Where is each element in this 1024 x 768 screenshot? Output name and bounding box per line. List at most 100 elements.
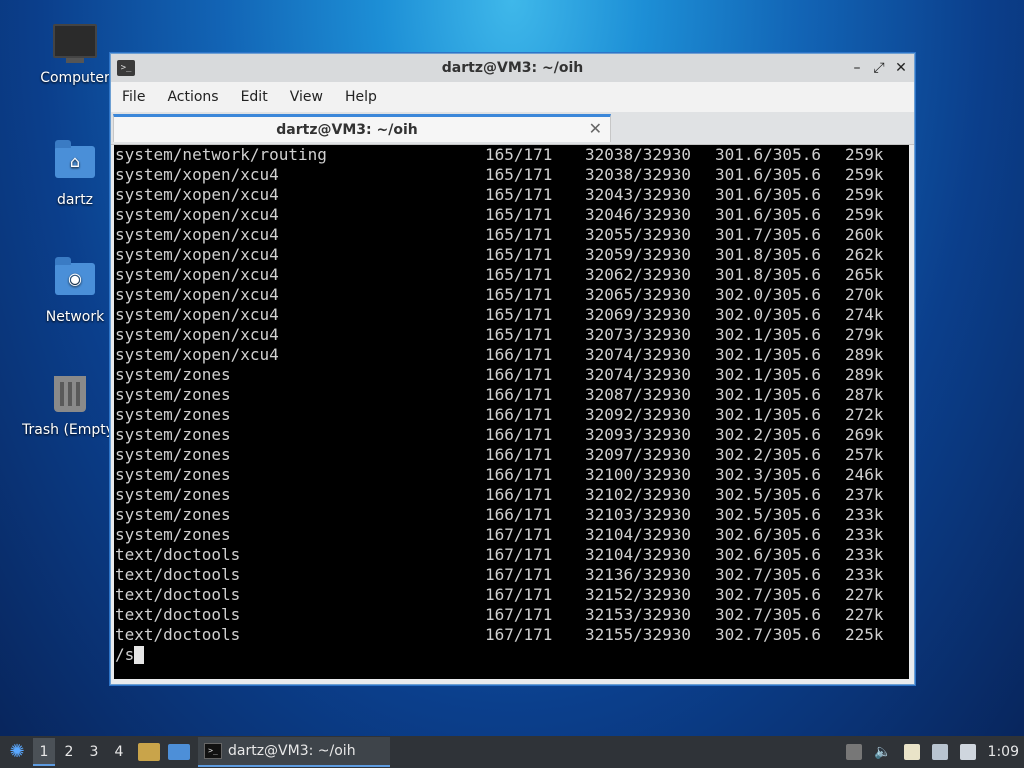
terminal-output[interactable]: system/network/routing 165/171 32038/32930… [114, 145, 909, 679]
terminal-line: system/xopen/xcu4 165/171 32046/32930 301.6… [114, 205, 909, 225]
eject-icon[interactable] [846, 744, 863, 760]
file-manager-icon[interactable] [138, 743, 160, 761]
menu-view[interactable]: View [279, 89, 334, 105]
workspace-4[interactable]: 4 [108, 738, 130, 766]
row-file-count: 32055/32930 [585, 225, 691, 244]
row-size: 302.6/305.6 [715, 545, 821, 564]
row-path: system/network/routing [115, 145, 327, 164]
network-folder-icon: ◉ [53, 257, 97, 303]
row-path: text/doctools [115, 545, 241, 564]
row-package-count: 166/171 [485, 365, 553, 384]
system-tray: 🔈 1:09 [840, 736, 1024, 768]
row-size: 302.1/305.6 [715, 405, 821, 424]
row-speed: 272k [845, 405, 884, 424]
terminal-line: text/doctools 167/171 32136/32930 302.7/305… [114, 565, 909, 585]
terminal-line: system/zones 166/171 32074/32930 302.1/305.… [114, 365, 909, 385]
row-size: 302.7/305.6 [715, 565, 821, 584]
row-package-count: 166/171 [485, 485, 553, 504]
window-titlebar[interactable]: >_ dartz@VM3: ~/oih – ⤢ ✕ [111, 54, 914, 82]
row-package-count: 167/171 [485, 625, 553, 644]
row-file-count: 32059/32930 [585, 245, 691, 264]
row-package-count: 166/171 [485, 445, 553, 464]
row-speed: 225k [845, 625, 884, 644]
menu-file[interactable]: File [111, 89, 156, 105]
row-speed: 289k [845, 345, 884, 364]
row-file-count: 32103/32930 [585, 505, 691, 524]
workspace-1[interactable]: 1 [33, 738, 55, 766]
row-package-count: 167/171 [485, 605, 553, 624]
row-path: system/xopen/xcu4 [115, 205, 279, 224]
row-file-count: 32155/32930 [585, 625, 691, 644]
row-speed: 257k [845, 445, 884, 464]
row-size: 301.6/305.6 [715, 205, 821, 224]
row-speed: 259k [845, 185, 884, 204]
row-path: system/zones [115, 525, 231, 544]
row-path: text/doctools [115, 605, 241, 624]
menu-edit[interactable]: Edit [230, 89, 279, 105]
row-file-count: 32073/32930 [585, 325, 691, 344]
row-file-count: 32100/32930 [585, 465, 691, 484]
terminal-line: system/network/routing 165/171 32038/32930… [114, 145, 909, 165]
terminal-line: system/zones 167/171 32104/32930 302.6/305.… [114, 525, 909, 545]
desktop-icon-label: Trash (Empty) [22, 422, 118, 438]
desktop-icon-label: dartz [56, 192, 94, 208]
desktop-icon-network[interactable]: ◉ Network [30, 257, 120, 325]
terminal-line: system/xopen/xcu4 165/171 32059/32930 301.8… [114, 245, 909, 265]
terminal-line: system/xopen/xcu4 165/171 32069/32930 302.0… [114, 305, 909, 325]
workspace-3[interactable]: 3 [83, 738, 105, 766]
terminal-line: text/doctools 167/171 32152/32930 302.7/305… [114, 585, 909, 605]
terminal-line: system/xopen/xcu4 165/171 32073/32930 302.1… [114, 325, 909, 345]
row-size: 302.1/305.6 [715, 345, 821, 364]
network-status-icon[interactable] [931, 744, 948, 760]
tab-terminal[interactable]: dartz@VM3: ~/oih ✕ [113, 114, 611, 142]
row-package-count: 165/171 [485, 265, 553, 284]
row-path: system/xopen/xcu4 [115, 245, 279, 264]
close-button[interactable]: ✕ [894, 59, 908, 77]
row-file-count: 32092/32930 [585, 405, 691, 424]
terminal-line: system/xopen/xcu4 165/171 32065/32930 302.0… [114, 285, 909, 305]
terminal-prompt-line[interactable]: /s [114, 645, 909, 665]
row-size: 301.6/305.6 [715, 145, 821, 164]
clock[interactable]: 1:09 [988, 744, 1019, 760]
taskbar: ✺ 1 2 3 4 >_ dartz@VM3: ~/oih 🔈 1:09 [0, 736, 1024, 768]
row-file-count: 32046/32930 [585, 205, 691, 224]
row-file-count: 32043/32930 [585, 185, 691, 204]
row-file-count: 32102/32930 [585, 485, 691, 504]
taskbar-task-terminal[interactable]: >_ dartz@VM3: ~/oih [198, 737, 390, 767]
row-speed: 246k [845, 465, 884, 484]
volume-icon[interactable]: 🔈 [874, 744, 891, 760]
row-file-count: 32074/32930 [585, 365, 691, 384]
row-path: system/xopen/xcu4 [115, 225, 279, 244]
desktop-icon-computer[interactable]: Computer [30, 24, 120, 86]
text-cursor [134, 646, 145, 664]
row-speed: 233k [845, 545, 884, 564]
row-size: 302.7/305.6 [715, 605, 821, 624]
row-package-count: 165/171 [485, 205, 553, 224]
row-file-count: 32104/32930 [585, 525, 691, 544]
minimize-button[interactable]: – [850, 59, 864, 77]
desktop-icon-home[interactable]: ⌂ dartz [30, 140, 120, 208]
start-menu-icon[interactable]: ✺ [4, 739, 30, 765]
row-package-count: 167/171 [485, 565, 553, 584]
row-path: system/zones [115, 465, 231, 484]
row-package-count: 167/171 [485, 545, 553, 564]
browser-icon[interactable] [168, 744, 190, 760]
menu-help[interactable]: Help [334, 89, 388, 105]
desktop-icon-trash[interactable]: Trash (Empty) [22, 376, 118, 438]
menu-actions[interactable]: Actions [156, 89, 229, 105]
workspace-2[interactable]: 2 [58, 738, 80, 766]
row-speed: 274k [845, 305, 884, 324]
update-notifier-icon[interactable] [959, 744, 976, 760]
row-path: system/zones [115, 425, 231, 444]
row-speed: 289k [845, 365, 884, 384]
row-speed: 233k [845, 565, 884, 584]
row-speed: 265k [845, 265, 884, 284]
row-path: system/zones [115, 365, 231, 384]
clipboard-icon[interactable] [903, 744, 920, 760]
row-path: text/doctools [115, 585, 241, 604]
row-speed: 269k [845, 425, 884, 444]
tab-close-icon[interactable]: ✕ [589, 119, 602, 138]
maximize-button[interactable]: ⤢ [872, 59, 886, 77]
row-file-count: 32087/32930 [585, 385, 691, 404]
terminal-line: system/xopen/xcu4 166/171 32074/32930 302.1… [114, 345, 909, 365]
